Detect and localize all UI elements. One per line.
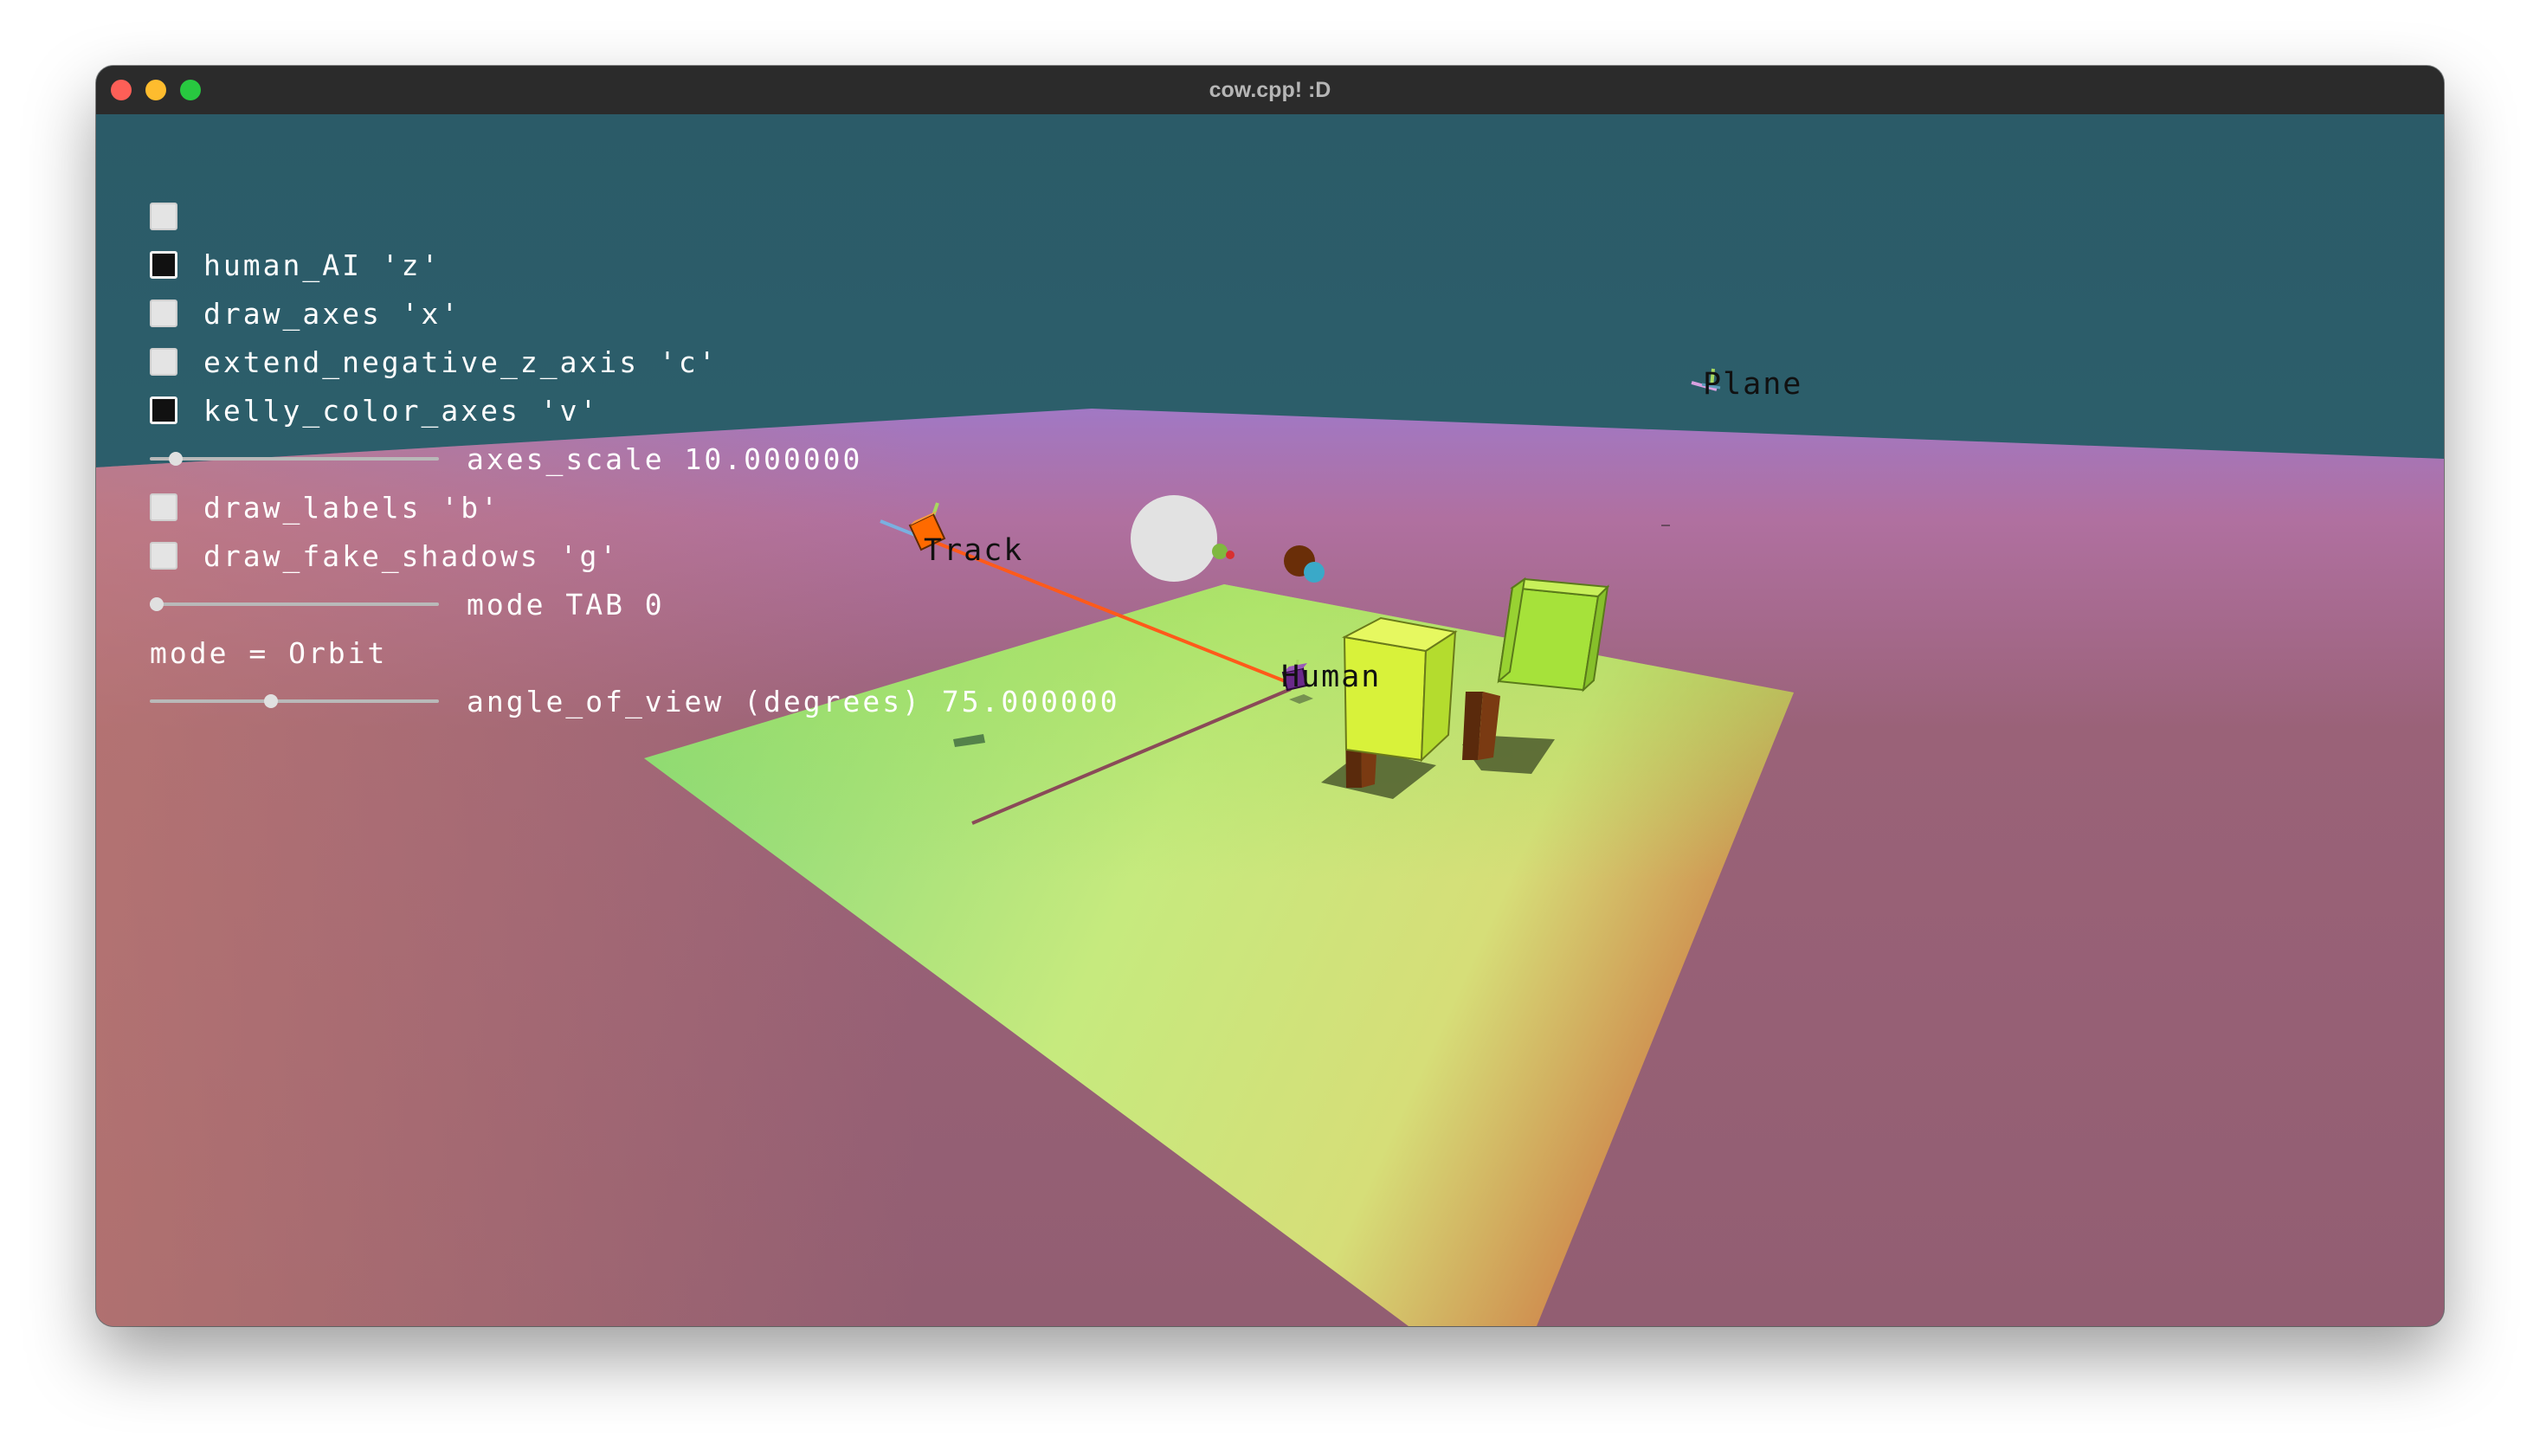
checkbox-label: kelly_color_axes 'v' (203, 393, 600, 428)
checkbox-row-draw-fake-shadows[interactable]: draw_fake_shadows 'g' (150, 538, 619, 573)
checkbox-row-draw-axes[interactable]: draw_axes 'x' (150, 296, 461, 331)
slider-label: mode TAB 0 (467, 587, 665, 622)
checkbox[interactable] (150, 542, 177, 570)
slider-knob[interactable] (150, 597, 164, 611)
checkbox-row-kelly-color-axes[interactable]: kelly_color_axes 'v' (150, 393, 599, 428)
slider-track[interactable] (150, 699, 439, 703)
mode-status-text: mode = Orbit (150, 635, 387, 670)
slider-row-mode[interactable]: mode TAB 0 (150, 587, 665, 622)
window-title: cow.cpp! :D (1209, 78, 1331, 102)
slider-track[interactable] (150, 602, 439, 606)
checkbox-row-extend-negative-z[interactable]: extend_negative_z_axis 'c' (150, 345, 719, 379)
checkbox-label: draw_axes 'x' (203, 296, 461, 331)
checkbox-row-human-ai[interactable]: human_AI 'z' (150, 248, 441, 282)
checkbox[interactable] (150, 493, 177, 521)
3d-viewport[interactable]: Track Human Plane human_AI 'z' draw_axes… (96, 114, 2444, 1326)
mode-slider[interactable] (150, 587, 439, 622)
checkbox[interactable] (150, 300, 177, 327)
checkbox-label: draw_fake_shadows 'g' (203, 538, 620, 573)
slider-knob[interactable] (264, 694, 279, 708)
slider-label: angle_of_view (degrees) 75.000000 (467, 684, 1120, 718)
slider-knob[interactable] (169, 452, 184, 466)
title-bar[interactable]: cow.cpp! :D (96, 66, 2444, 115)
axes-scale-slider[interactable] (150, 441, 439, 476)
app-window: cow.cpp! :D Track Human Plane human_AI '… (96, 66, 2444, 1326)
angle-of-view-slider[interactable] (150, 684, 439, 718)
gui-panel: human_AI 'z' draw_axes 'x' extend_negati… (96, 114, 2444, 1326)
mode-status-label: mode = Orbit (150, 635, 388, 670)
checkbox-checked[interactable] (150, 396, 177, 424)
checkbox[interactable] (150, 203, 177, 230)
checkbox-row-draw-labels[interactable]: draw_labels 'b' (150, 490, 500, 525)
slider-label: axes_scale 10.000000 (467, 441, 863, 476)
checkbox-checked[interactable] (150, 251, 177, 279)
checkbox-row-unlabeled[interactable] (150, 199, 203, 234)
slider-track[interactable] (150, 457, 439, 461)
slider-row-axes-scale[interactable]: axes_scale 10.000000 (150, 441, 862, 476)
slider-row-angle-of-view[interactable]: angle_of_view (degrees) 75.000000 (150, 684, 1120, 718)
checkbox-label: extend_negative_z_axis 'c' (203, 345, 719, 379)
checkbox-label: draw_labels 'b' (203, 490, 501, 525)
checkbox-label: human_AI 'z' (203, 248, 442, 282)
checkbox[interactable] (150, 348, 177, 376)
